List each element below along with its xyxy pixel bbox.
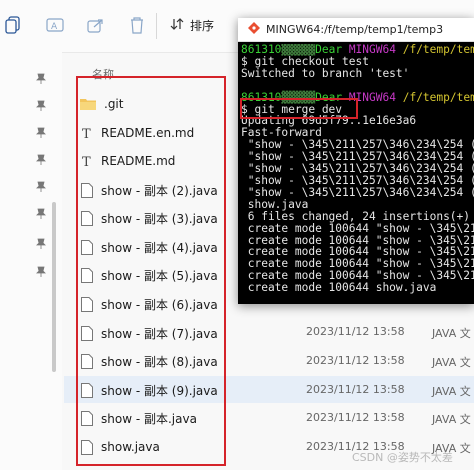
- annotation-highlight-box: [76, 76, 226, 466]
- pin-icon[interactable]: [34, 265, 48, 279]
- pin-icon[interactable]: [34, 153, 48, 167]
- copy-icon[interactable]: [2, 14, 24, 36]
- pin-icon[interactable]: [34, 237, 48, 251]
- watermark: CSDN @姿势不太差: [352, 451, 453, 464]
- sort-icon: [170, 17, 184, 34]
- delete-icon[interactable]: [126, 14, 148, 36]
- toolbar-divider: [156, 13, 157, 39]
- prompt-path: /f/temp/temp1/: [402, 90, 474, 104]
- pin-icon[interactable]: [34, 72, 48, 86]
- date-modified: 2023/11/12 13:58: [306, 411, 405, 424]
- date-modified: 2023/11/12 13:58: [306, 325, 405, 338]
- rename-icon[interactable]: A: [44, 14, 66, 36]
- annotation-highlight-box: [240, 98, 358, 119]
- pin-icon[interactable]: [34, 99, 48, 113]
- terminal-output[interactable]: 861310▓▓▓▓▓Dear MINGW64 /f/temp/temp1/te…: [241, 44, 474, 304]
- terminal-line: Switched to branch 'test': [241, 66, 410, 80]
- pin-icon[interactable]: [34, 207, 48, 221]
- nav-scrollbar[interactable]: [52, 202, 56, 372]
- terminal-title: MINGW64:/f/temp/temp1/temp3: [266, 23, 444, 36]
- terminal-window[interactable]: MINGW64:/f/temp/temp1/temp3 861310▓▓▓▓▓D…: [238, 18, 474, 304]
- file-type: JAVA 文: [432, 356, 471, 369]
- date-modified: 2023/11/12 13:58: [306, 383, 405, 396]
- file-details-row: 2023/11/12 13:58 JAVA 文: [306, 354, 471, 369]
- file-details-row: 2023/11/12 13:58 JAVA 文: [306, 383, 471, 398]
- file-type: JAVA 文: [432, 413, 471, 426]
- pin-icon[interactable]: [34, 180, 48, 194]
- file-details-row: 2023/11/12 13:58 JAVA 文: [306, 411, 471, 426]
- prompt-path: /f/temp/temp1/temp3: [402, 44, 474, 56]
- file-type: JAVA 文: [432, 385, 471, 398]
- sort-label: 排序: [190, 18, 215, 33]
- svg-text:A: A: [51, 22, 58, 32]
- date-modified: 2023/11/12 13:58: [306, 354, 405, 367]
- sort-button[interactable]: 排序: [170, 12, 214, 38]
- terminal-titlebar[interactable]: MINGW64:/f/temp/temp1/temp3: [238, 18, 474, 42]
- terminal-line: create mode 100644 show.java: [241, 281, 437, 295]
- navigation-pane: [0, 52, 62, 470]
- share-icon[interactable]: [85, 14, 107, 36]
- file-type: JAVA 文: [432, 327, 471, 340]
- pin-icon[interactable]: [34, 126, 48, 140]
- git-bash-icon: [248, 22, 260, 37]
- file-details-row: 2023/11/12 13:58 JAVA 文: [306, 325, 471, 340]
